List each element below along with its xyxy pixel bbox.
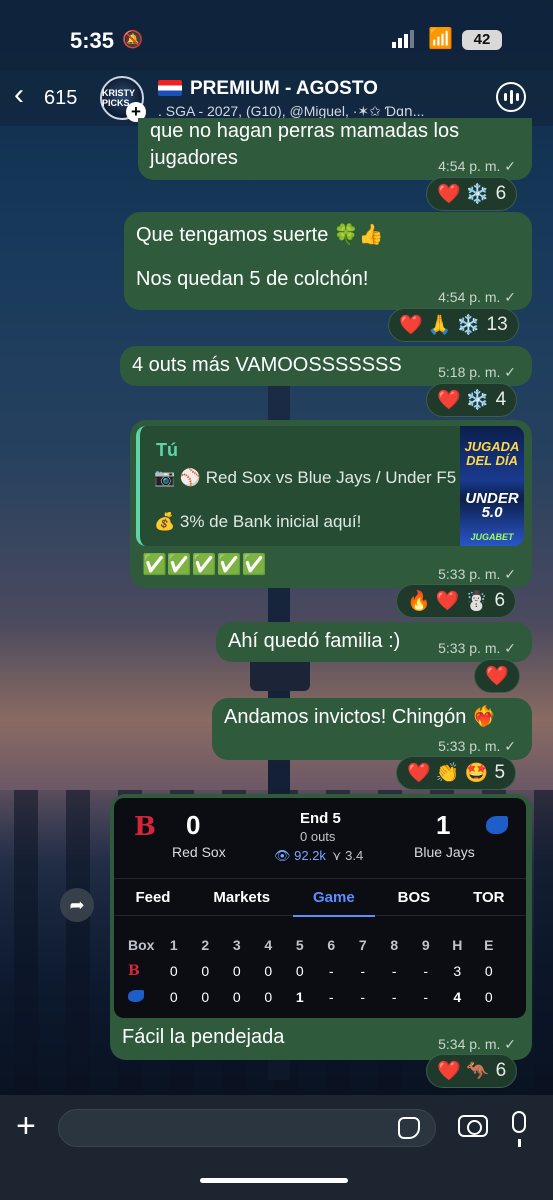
reply-line: 📷 ⚾ Red Sox vs Blue Jays / Under F5	[154, 468, 457, 487]
message-text: Ahí quedó familia :)	[228, 630, 401, 652]
table-row: 0 0 0 0 1 - - - - 4 0	[128, 984, 514, 1010]
home-score: 1	[436, 810, 451, 840]
red-sox-logo: B	[128, 963, 140, 979]
camera-icon[interactable]	[458, 1115, 488, 1137]
reaction-pill[interactable]: ❤️	[474, 659, 520, 693]
views-count: 👁 92.2k	[274, 848, 326, 863]
message-bubble[interactable]: que no hagan perras mamadas los jugadores…	[138, 118, 532, 180]
message-time: 5:33 p. m. ✓	[438, 738, 516, 754]
away-score: 0	[186, 810, 201, 840]
microphone-icon[interactable]	[512, 1111, 526, 1147]
back-unread-count[interactable]: 615	[44, 87, 77, 110]
message-bubble[interactable]: Que tengamos suerte 🍀👍 Nos quedan 5 de co…	[124, 212, 532, 310]
away-team-name: Red Sox	[172, 844, 226, 860]
message-text: ✅✅✅✅✅	[142, 554, 267, 576]
blue-jays-logo	[486, 816, 508, 834]
red-sox-logo: B	[134, 812, 156, 842]
box-score-header: Box 1 2 3 4 5 6 7 8 9 H E	[128, 937, 494, 953]
message-bubble[interactable]: Andamos invictos! Chingón ❤️‍🔥 5:33 p. m…	[212, 698, 532, 760]
reaction-pill[interactable]: ❤️ ❄️ 4	[426, 383, 518, 417]
message-time: 4:54 p. m. ✓	[438, 289, 516, 305]
reaction-pill[interactable]: ❤️ 👏 🤩 5	[396, 756, 517, 790]
forward-icon[interactable]: ➦	[60, 888, 94, 922]
message-text: Fácil la pendejada	[122, 1026, 285, 1048]
message-time: 5:33 p. m. ✓	[438, 566, 516, 582]
box-score-table: Box 1 2 3 4 5 6 7 8 9 H E B 0 0 0 0 0 - …	[128, 932, 514, 1010]
message-text: que no hagan perras mamadas los jugadores	[150, 120, 460, 169]
wifi-icon: 📶	[428, 28, 453, 50]
tab-bos[interactable]: BOS	[398, 889, 431, 906]
message-time: 4:54 p. m. ✓	[438, 158, 516, 174]
home-indicator	[200, 1178, 348, 1183]
voice-chat-icon[interactable]	[496, 82, 526, 112]
reaction-pill[interactable]: ❤️ 🦘 6	[426, 1054, 518, 1088]
home-team-name: Blue Jays	[414, 844, 475, 860]
cellular-signal-icon	[392, 30, 414, 48]
reply-author: Tú	[156, 440, 178, 460]
status-time: 5:35	[70, 28, 115, 53]
group-title[interactable]: PREMIUM - AGOSTO	[190, 78, 378, 100]
bell-muted-icon: 🔕	[122, 30, 144, 49]
message-text: Que tengamos suerte 🍀👍 Nos quedan 5 de co…	[136, 224, 384, 290]
reaction-pill[interactable]: ❤️ 🙏 ❄️ 13	[388, 308, 519, 342]
reply-line: 💰 3% de Bank inicial aquí!	[154, 512, 362, 531]
reply-thumbnail: JUGADA DEL DÍA UNDER 5.0 JUGABET	[460, 426, 524, 546]
flag-icon	[158, 80, 182, 96]
tab-game[interactable]: Game	[293, 889, 375, 917]
message-time: 5:18 p. m. ✓	[438, 364, 516, 380]
message-text: 4 outs más VAMOOSSSSSSS	[132, 354, 402, 376]
tab-feed[interactable]: Feed	[135, 889, 170, 906]
game-status: End 5	[300, 810, 341, 827]
message-bubble[interactable]: 4 outs más VAMOOSSSSSSS 5:18 p. m. ✓	[120, 346, 532, 386]
message-composer: +	[0, 1095, 553, 1200]
scoreboard-card[interactable]: B 0 Red Sox End 5 0 outs 👁 92.2k ⋎ 3.4 1…	[114, 798, 526, 1018]
message-time: 5:34 p. m. ✓	[438, 1036, 516, 1052]
table-row: B 0 0 0 0 0 - - - - 3 0	[128, 963, 493, 979]
scoreboard-tabs: Feed Markets Game BOS TOR	[114, 878, 526, 917]
tab-markets[interactable]: Markets	[213, 889, 270, 906]
bets-count: ⋎ 3.4	[332, 848, 364, 863]
tab-tor[interactable]: TOR	[473, 889, 504, 906]
message-time: 5:33 p. m. ✓	[438, 640, 516, 656]
message-text: Andamos invictos! Chingón ❤️‍🔥	[224, 706, 497, 728]
battery-indicator: 42	[462, 30, 502, 50]
sticker-icon[interactable]	[398, 1117, 420, 1139]
reaction-pill[interactable]: 🔥 ❤️ ☃️ 6	[396, 584, 517, 618]
outs-count: 0 outs	[300, 829, 336, 844]
back-chevron-icon[interactable]: ‹	[14, 80, 24, 110]
message-bubble[interactable]: Ahí quedó familia :) 5:33 p. m. ✓	[216, 622, 532, 662]
status-bar: 5:35 🔕 📶 42	[0, 0, 553, 70]
reply-quote[interactable]: Tú 📷 ⚾ Red Sox vs Blue Jays / Under F5 💰…	[136, 426, 524, 546]
message-input[interactable]	[58, 1109, 436, 1147]
reaction-pill[interactable]: ❤️ ❄️ 6	[426, 177, 518, 211]
blue-jays-logo	[128, 989, 158, 1005]
attach-plus-icon[interactable]: +	[16, 1109, 36, 1143]
